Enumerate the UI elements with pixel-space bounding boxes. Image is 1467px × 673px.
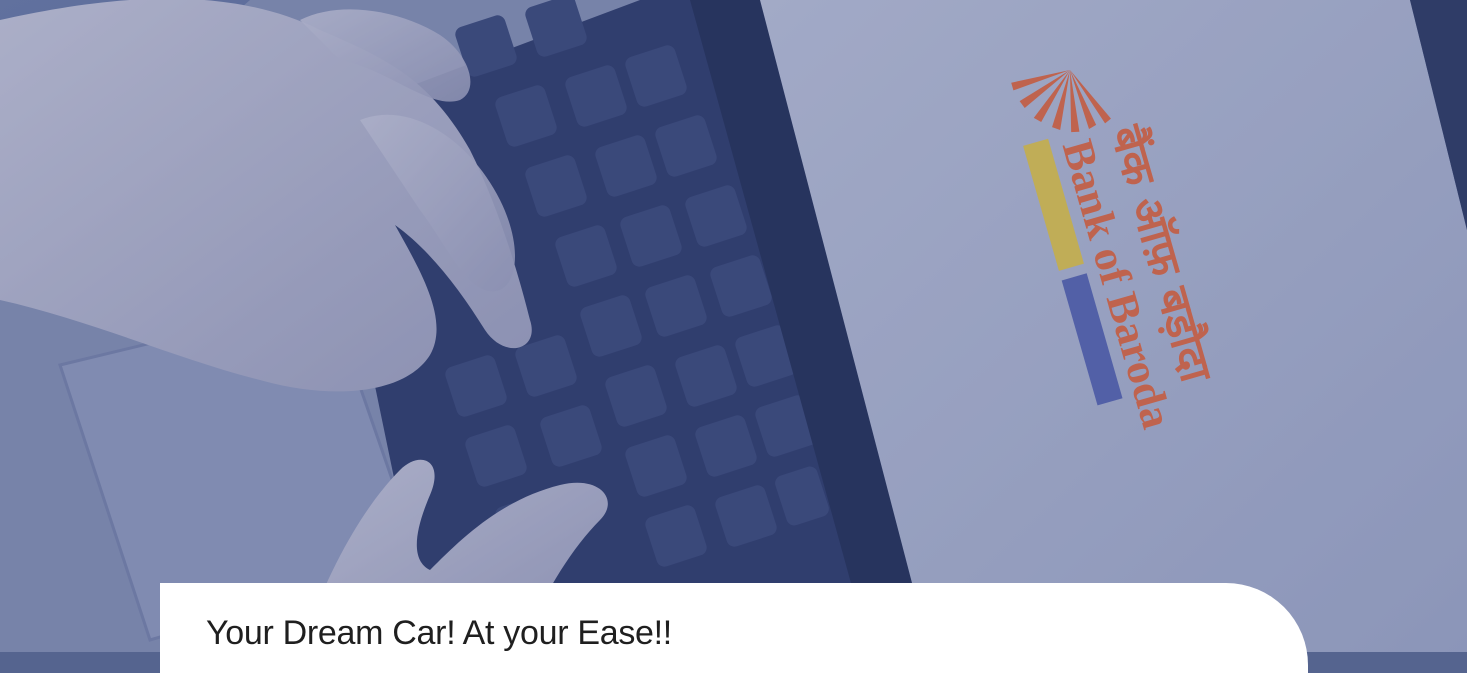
hero-illustration: बैंक ऑफ़ बड़ौदा Bank of Baroda xyxy=(0,0,1467,652)
banner-caption-card: Your Dream Car! At your Ease!! xyxy=(160,583,1308,673)
blue-overlay xyxy=(0,0,1467,652)
hero-banner: बैंक ऑफ़ बड़ौदा Bank of Baroda xyxy=(0,0,1467,652)
banner-title: Your Dream Car! At your Ease!! xyxy=(206,614,672,652)
